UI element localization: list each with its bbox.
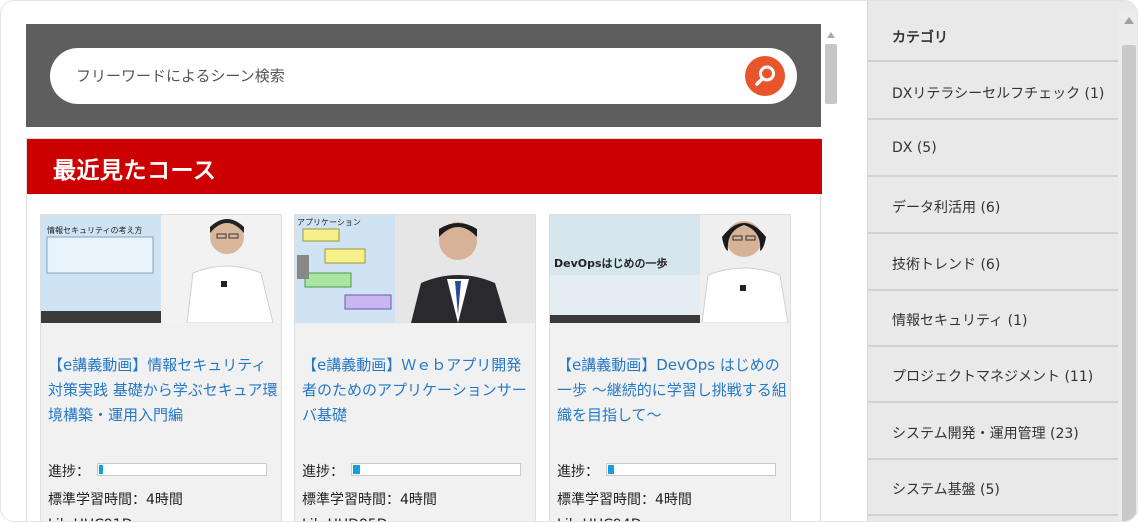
search-button[interactable] (745, 56, 785, 96)
category-header: カテゴリ (868, 9, 1118, 62)
course-id: Lib-UUC91D (48, 517, 133, 521)
progress-fill (99, 465, 103, 474)
thumbnail-caption: アプリケーション (297, 218, 361, 227)
category-item-dx[interactable]: DX (5) (868, 121, 1118, 177)
sidebar-scrollbar[interactable] (1118, 9, 1137, 521)
course-card[interactable]: DevOpsはじめの一歩 【e講義動画】DevOps はじめの一歩 ～継続的に学… (549, 214, 791, 521)
study-time: 標準学習時間：4時間 (48, 492, 183, 508)
scrollbar-thumb[interactable] (825, 44, 837, 104)
thumbnail-caption: 情報セキュリティの考え方 (47, 226, 143, 235)
category-item-data-utilization[interactable]: データ利活用 (6) (868, 178, 1118, 234)
category-item-project-management[interactable]: プロジェクトマネジメント (11) (868, 347, 1118, 403)
course-thumbnail[interactable]: 情報セキュリティの考え方 (41, 215, 281, 323)
scroll-up-arrow-icon[interactable] (1124, 17, 1134, 24)
category-item-system-dev[interactable]: システム開発・運用管理 (23) (868, 404, 1118, 460)
scroll-up-arrow-icon[interactable] (827, 32, 835, 38)
category-header-label: カテゴリ (892, 30, 948, 46)
category-item-label: DXリテラシーセルフチェック (1) (892, 86, 1105, 102)
progress-label: 進捗： (557, 464, 599, 480)
recent-courses-title: 最近見たコース (53, 158, 217, 184)
lecture-video-image (295, 215, 535, 323)
category-item-security[interactable]: 情報セキュリティ (1) (868, 291, 1118, 347)
progress-bar (97, 463, 267, 476)
study-time: 標準学習時間：4時間 (302, 492, 437, 508)
category-item-dx-literacy[interactable]: DXリテラシーセルフチェック (1) (868, 64, 1118, 120)
search-band (26, 24, 821, 127)
category-item-tech-trend[interactable]: 技術トレンド (6) (868, 235, 1118, 291)
recent-courses-section: 最近見たコース 情報セキュリティの考え方 【e講義動画】情報セキュリティ対策実践… (26, 138, 822, 521)
category-item-label: データ利活用 (6) (892, 200, 1001, 216)
progress-label: 進捗： (48, 464, 90, 480)
course-title-link[interactable]: 【e講義動画】情報セキュリティ対策実践 基礎から学ぶセキュア環境構築・運用入門編 (48, 353, 278, 428)
thumbnail-caption: DevOpsはじめの一歩 (554, 257, 668, 270)
course-title-link[interactable]: 【e講義動画】Ｗｅｂアプリ開発者のためのアプリケーションサーバ基礎 (302, 353, 532, 428)
progress-fill (608, 465, 614, 474)
course-card[interactable]: 情報セキュリティの考え方 【e講義動画】情報セキュリティ対策実践 基礎から学ぶセ… (40, 214, 282, 521)
scrollbar-thumb[interactable] (1122, 45, 1136, 521)
course-thumbnail[interactable]: DevOpsはじめの一歩 (550, 215, 790, 323)
study-time: 標準学習時間：4時間 (557, 492, 692, 508)
search-input[interactable] (76, 62, 696, 90)
progress-bar (351, 463, 521, 476)
main-content: 最近見たコース (1, 1, 867, 521)
course-thumbnail[interactable]: アプリケーション (295, 215, 535, 323)
progress-fill (353, 465, 360, 474)
category-item-label: システム開発・運用管理 (23) (892, 426, 1079, 442)
course-id: Lib-UUD85D (302, 517, 388, 521)
browser-window: 最近見たコース (0, 0, 1138, 522)
course-card[interactable]: アプリケーション 【e講義動画】Ｗｅｂアプリ開発者のためのアプリケーションサーバ… (294, 214, 536, 521)
progress-label: 進捗： (302, 464, 344, 480)
main-scrollbar[interactable] (822, 28, 840, 521)
course-id: Lib-UUC94D (557, 517, 642, 521)
progress-bar (606, 463, 776, 476)
category-item-label: プロジェクトマネジメント (11) (892, 369, 1094, 385)
category-item-label: 情報セキュリティ (1) (892, 313, 1028, 329)
recent-courses-header: 最近見たコース (27, 139, 822, 194)
category-sidebar: カテゴリ DXリテラシーセルフチェック (1) DX (5) データ利活用 (6… (867, 1, 1137, 521)
category-item-system-infra[interactable]: システム基盤 (5) (868, 460, 1118, 516)
category-item-label: DX (5) (892, 140, 937, 156)
search-icon (755, 65, 775, 86)
course-title-link[interactable]: 【e講義動画】DevOps はじめの一歩 ～継続的に学習し挑戦する組織を目指して… (557, 353, 787, 428)
search-box (50, 48, 797, 104)
category-item-label: 技術トレンド (6) (892, 257, 1001, 273)
category-item-label: システム基盤 (5) (892, 482, 1000, 498)
